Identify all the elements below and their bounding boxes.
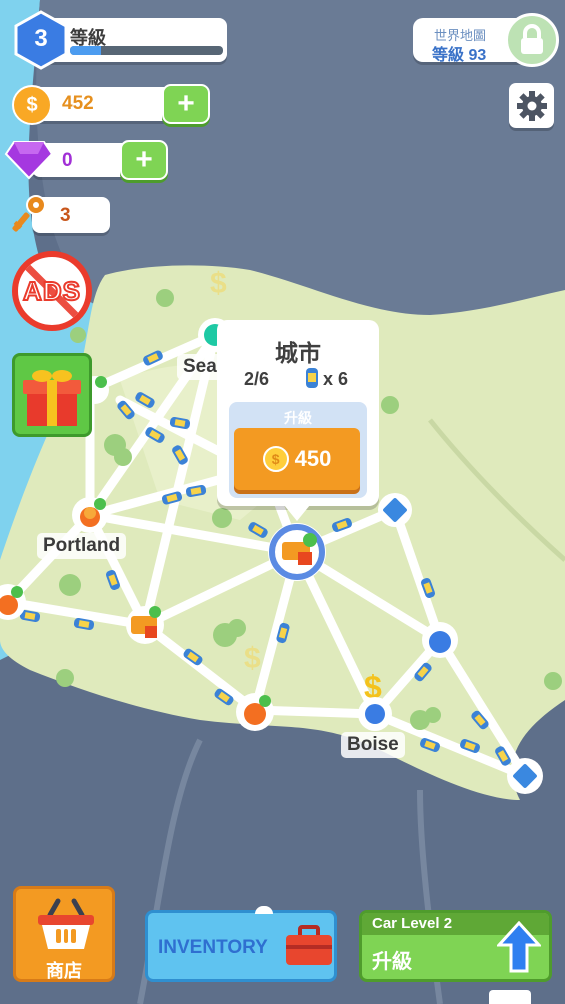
city-node-factory-selected[interactable] [268, 523, 326, 581]
upgrade-label: 升級 [284, 410, 312, 426]
gear-icon [516, 90, 547, 121]
gift-icon [23, 370, 81, 426]
shop-label: 商店 [46, 961, 82, 981]
popup-progress: 2/6 [244, 369, 270, 389]
gift-button[interactable] [12, 353, 92, 437]
key-icon [12, 195, 46, 232]
coin-icon: $ [262, 446, 289, 472]
popup-title: 城市 [275, 340, 321, 366]
city-node-south[interactable] [236, 693, 274, 731]
bottom-notch [489, 990, 531, 1004]
level-progress-track [70, 46, 223, 55]
city-node-boise[interactable] [358, 697, 392, 731]
city-node-factory-1[interactable] [126, 606, 164, 644]
arrow-up-icon [497, 921, 541, 973]
popup-pointer [284, 505, 310, 521]
coin-value: 452 [62, 93, 94, 114]
car-upgrade-label: 升級 [372, 951, 412, 973]
inventory-notch [255, 906, 273, 914]
gem-value: 0 [62, 150, 73, 171]
lock-icon [521, 24, 543, 54]
upgrade-panel: 升級 $ 450 [229, 402, 367, 498]
dollar-icon: $ [244, 642, 261, 675]
toolbox-icon [286, 925, 332, 965]
coin-icon: $ [12, 85, 52, 125]
upgrade-cost-button[interactable]: $ 450 [234, 428, 360, 490]
ads-label: ADS [22, 275, 81, 307]
inventory-button[interactable]: INVENTORY [145, 910, 337, 982]
car-level-label: Car Level 2 [372, 915, 453, 932]
city-label-portland: Portland [37, 533, 127, 559]
key-value: 3 [60, 205, 71, 226]
car-icon [306, 368, 318, 388]
city-label-seattle: Sea [177, 354, 223, 380]
coin-panel [32, 87, 180, 121]
popup-car-count: x 6 [323, 369, 349, 389]
city-node-east[interactable] [422, 622, 458, 658]
upgrade-cost: 450 [294, 446, 332, 471]
add-coins-button[interactable]: + [162, 84, 210, 124]
plus-icon: + [135, 143, 153, 176]
city-node-portland[interactable] [72, 497, 108, 533]
world-map-level: 等級 93 [432, 47, 487, 64]
no-ads-button[interactable]: ADS [12, 251, 92, 331]
city-node-north-east[interactable] [378, 493, 412, 527]
settings-button[interactable] [509, 83, 554, 128]
basket-icon [38, 898, 94, 949]
car-level-button[interactable]: Car Level 2 升級 [359, 910, 552, 982]
city-node-south-east[interactable] [507, 758, 543, 794]
level-number: 3 [34, 25, 48, 52]
gem-icon [4, 141, 54, 180]
inventory-label: INVENTORY [158, 937, 268, 958]
plus-icon: + [177, 87, 195, 120]
dollar-icon: $ [210, 267, 227, 300]
city-popup: 城市 2/6 x 6 升級 $ 450 [217, 320, 379, 506]
add-gems-button[interactable]: + [120, 140, 168, 180]
shop-button[interactable]: 商店 [13, 886, 115, 982]
globe-lock[interactable] [505, 13, 559, 67]
level-progress-fill [70, 46, 101, 55]
city-label-boise: Boise [341, 732, 405, 758]
